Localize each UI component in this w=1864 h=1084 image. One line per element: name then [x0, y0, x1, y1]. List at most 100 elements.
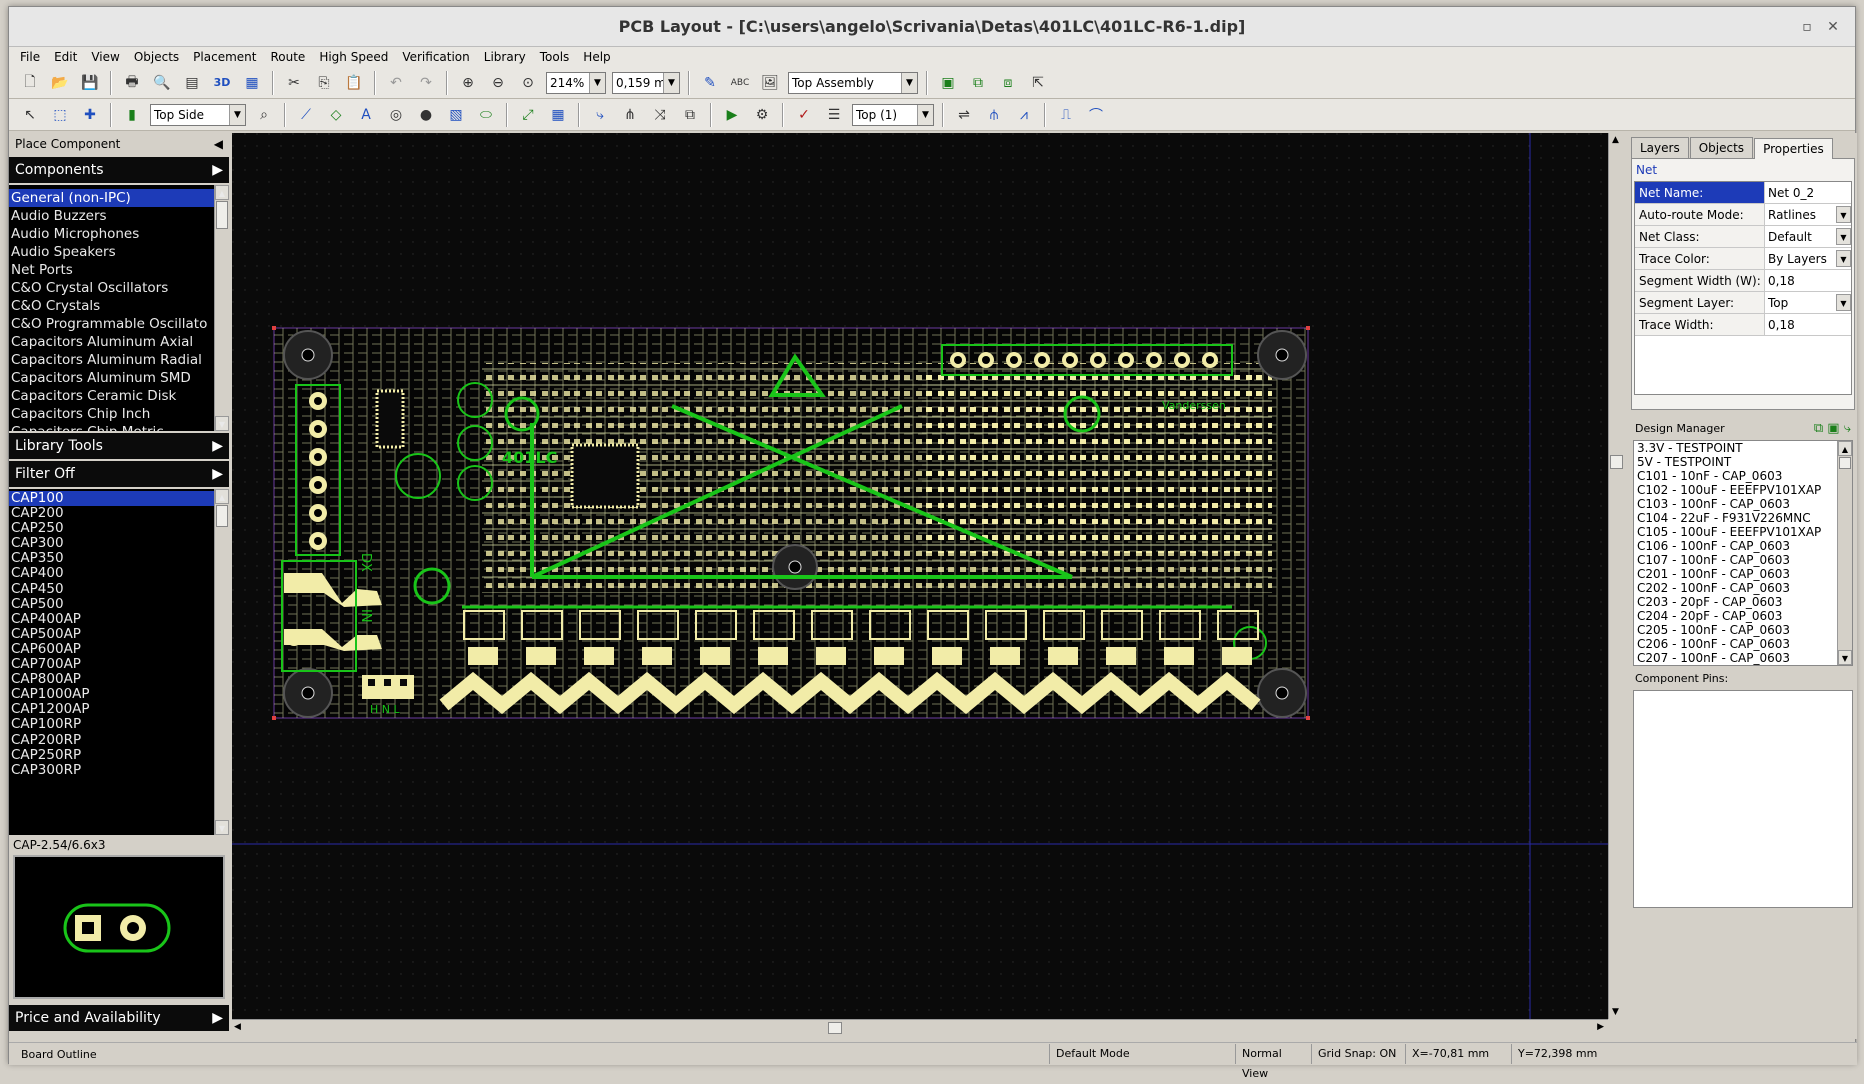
- design-item[interactable]: C102 - 100uF - EEEFPV101XAP: [1634, 483, 1852, 497]
- design-item[interactable]: 5V - TESTPOINT: [1634, 455, 1852, 469]
- property-value[interactable]: 0,18: [1765, 314, 1851, 335]
- via-icon[interactable]: ◎: [383, 103, 409, 127]
- zoom-out-icon[interactable]: ⊖: [485, 71, 511, 95]
- close-icon[interactable]: ✕: [1823, 17, 1843, 37]
- category-item[interactable]: Audio Microphones: [9, 225, 229, 243]
- diff-pair-icon[interactable]: ⇌: [951, 103, 977, 127]
- signal-icon[interactable]: ⎍: [1053, 103, 1079, 127]
- pcb-board[interactable]: 401LC DX IN H N L Vanderssen: [232, 133, 1608, 1019]
- spell-check-icon[interactable]: ABC: [727, 71, 753, 95]
- status-snap[interactable]: Grid Snap: ON: [1311, 1044, 1405, 1064]
- part-item[interactable]: CAP450: [9, 581, 229, 597]
- meander-icon[interactable]: ⩘: [1011, 103, 1037, 127]
- menu-help[interactable]: Help: [576, 50, 617, 64]
- design-item[interactable]: C106 - 100nF - CAP_0603: [1634, 539, 1852, 553]
- part-item[interactable]: CAP200: [9, 506, 229, 521]
- part-item[interactable]: CAP200RP: [9, 732, 229, 748]
- part-item[interactable]: CAP1000AP: [9, 687, 229, 702]
- category-list[interactable]: General (non-IPC) Audio Buzzers Audio Micr…: [9, 185, 229, 431]
- part-item[interactable]: CAP300: [9, 536, 229, 551]
- binoculars-icon[interactable]: ⌕: [251, 103, 277, 127]
- design-item[interactable]: C104 - 22uF - F931V226MNC: [1634, 511, 1852, 525]
- print-icon[interactable]: 🖶: [119, 71, 145, 95]
- filter-header[interactable]: Filter Off ▶: [9, 459, 229, 487]
- category-item[interactable]: Net Ports: [9, 261, 229, 279]
- chevron-down-icon[interactable]: ▼: [1836, 206, 1851, 223]
- copper-pour-icon[interactable]: ▧: [443, 103, 469, 127]
- category-item[interactable]: Capacitors Chip Metric: [9, 423, 229, 431]
- part-item[interactable]: CAP500AP: [9, 626, 229, 642]
- design-item[interactable]: C205 - 100nF - CAP_0603: [1634, 623, 1852, 637]
- components-header[interactable]: Components ▶: [9, 155, 229, 183]
- menu-file[interactable]: File: [13, 50, 47, 64]
- scroll-left-icon[interactable]: ◀: [234, 1022, 241, 1032]
- restore-icon[interactable]: ▫: [1797, 17, 1817, 37]
- group-icon[interactable]: ⧉: [677, 103, 703, 127]
- image-icon[interactable]: 🖼: [757, 71, 783, 95]
- design-item[interactable]: C103 - 100nF - CAP_0603: [1634, 497, 1852, 511]
- menu-placement[interactable]: Placement: [186, 50, 263, 64]
- parts-list[interactable]: CAP100 CAP200 CAP250 CAP300 CAP350 CAP400 CAP4…: [9, 489, 229, 835]
- tab-objects[interactable]: Objects: [1689, 137, 1754, 158]
- open-folder-icon[interactable]: 📂: [47, 71, 73, 95]
- menu-objects[interactable]: Objects: [127, 50, 186, 64]
- impedance-icon[interactable]: ⌒: [1083, 103, 1109, 127]
- run-autoroute-icon[interactable]: ▶: [719, 103, 745, 127]
- dm-toolbar-icons[interactable]: ⧉ ▣ ⤷: [1814, 421, 1851, 436]
- trace-icon[interactable]: ⟋: [293, 103, 319, 127]
- property-value[interactable]: Net 0_2: [1765, 182, 1851, 203]
- menu-high-speed[interactable]: High Speed: [312, 50, 395, 64]
- zoom-fit-icon[interactable]: ⊙: [515, 71, 541, 95]
- collapse-icon[interactable]: ◀: [214, 137, 223, 151]
- category-scrollbar[interactable]: ▲ ▼: [214, 185, 229, 431]
- zoom-combo[interactable]: 214% ▼: [546, 71, 606, 94]
- design-item[interactable]: C201 - 100nF - CAP_0603: [1634, 567, 1852, 581]
- part-item[interactable]: CAP400AP: [9, 611, 229, 627]
- category-item[interactable]: Capacitors Aluminum Radial: [9, 351, 229, 369]
- scroll-right-icon[interactable]: ▶: [1597, 1022, 1604, 1032]
- autoroute-settings-icon[interactable]: ⚙: [749, 103, 775, 127]
- unroute-icon[interactable]: ⤨: [647, 103, 673, 127]
- property-row[interactable]: Net Name: Net 0_2: [1635, 182, 1851, 204]
- part-item[interactable]: CAP1200AP: [9, 702, 229, 717]
- scroll-up-icon[interactable]: ▲: [215, 489, 229, 504]
- save-icon[interactable]: 💾: [77, 71, 103, 95]
- design-rules-icon[interactable]: ✎: [697, 71, 723, 95]
- component-pins-pane[interactable]: [1633, 690, 1853, 908]
- dm-scrollbar[interactable]: ▲ ▼: [1837, 441, 1852, 665]
- property-row[interactable]: Auto-route Mode: Ratlines ▼: [1635, 204, 1851, 226]
- category-item[interactable]: C&O Programmable Oscillato: [9, 315, 229, 333]
- copy-icon[interactable]: ⎘: [311, 71, 337, 95]
- design-item[interactable]: C105 - 100uF - EEEFPV101XAP: [1634, 525, 1852, 539]
- cut-icon[interactable]: ✂: [281, 71, 307, 95]
- print-preview-icon[interactable]: 🔍: [149, 71, 175, 95]
- scroll-down-icon[interactable]: ▼: [215, 820, 229, 835]
- menu-route[interactable]: Route: [263, 50, 312, 64]
- design-item[interactable]: C203 - 20pF - CAP_0603: [1634, 595, 1852, 609]
- crosshair-icon[interactable]: ✚: [77, 103, 103, 127]
- tab-layers[interactable]: Layers: [1631, 137, 1689, 158]
- report-icon[interactable]: ▤: [179, 71, 205, 95]
- design-item[interactable]: C301 - 100nF - CAP_0603: [1634, 665, 1852, 666]
- design-item[interactable]: C204 - 20pF - CAP_0603: [1634, 609, 1852, 623]
- drc-icon[interactable]: ✓: [791, 103, 817, 127]
- design-item[interactable]: C206 - 100nF - CAP_0603: [1634, 637, 1852, 651]
- design-item[interactable]: C107 - 100nF - CAP_0603: [1634, 553, 1852, 567]
- category-item[interactable]: Audio Buzzers: [9, 207, 229, 225]
- canvas-vscrollbar[interactable]: ▲ ▼: [1608, 133, 1625, 1019]
- 3d-view-icon[interactable]: 3D: [209, 71, 235, 95]
- scroll-up-icon[interactable]: ▲: [215, 185, 229, 200]
- chevron-down-icon[interactable]: ▼: [1836, 228, 1851, 245]
- property-row[interactable]: Segment Width (W): 0,18: [1635, 270, 1851, 292]
- design-item[interactable]: C202 - 100nF - CAP_0603: [1634, 581, 1852, 595]
- measure-icon[interactable]: ⤢: [515, 103, 541, 127]
- layer-stack-icon[interactable]: ▣: [935, 71, 961, 95]
- scroll-down-icon[interactable]: ▼: [1838, 650, 1852, 665]
- chevron-down-icon[interactable]: ▼: [1836, 250, 1851, 267]
- property-value[interactable]: By Layers ▼: [1765, 248, 1851, 269]
- category-item[interactable]: General (non-IPC): [9, 189, 229, 207]
- redo-icon[interactable]: ↷: [413, 71, 439, 95]
- paste-icon[interactable]: 📋: [341, 71, 367, 95]
- grid-combo[interactable]: 0,159 mm ▼: [612, 71, 680, 94]
- scroll-down-icon[interactable]: ▼: [215, 416, 229, 431]
